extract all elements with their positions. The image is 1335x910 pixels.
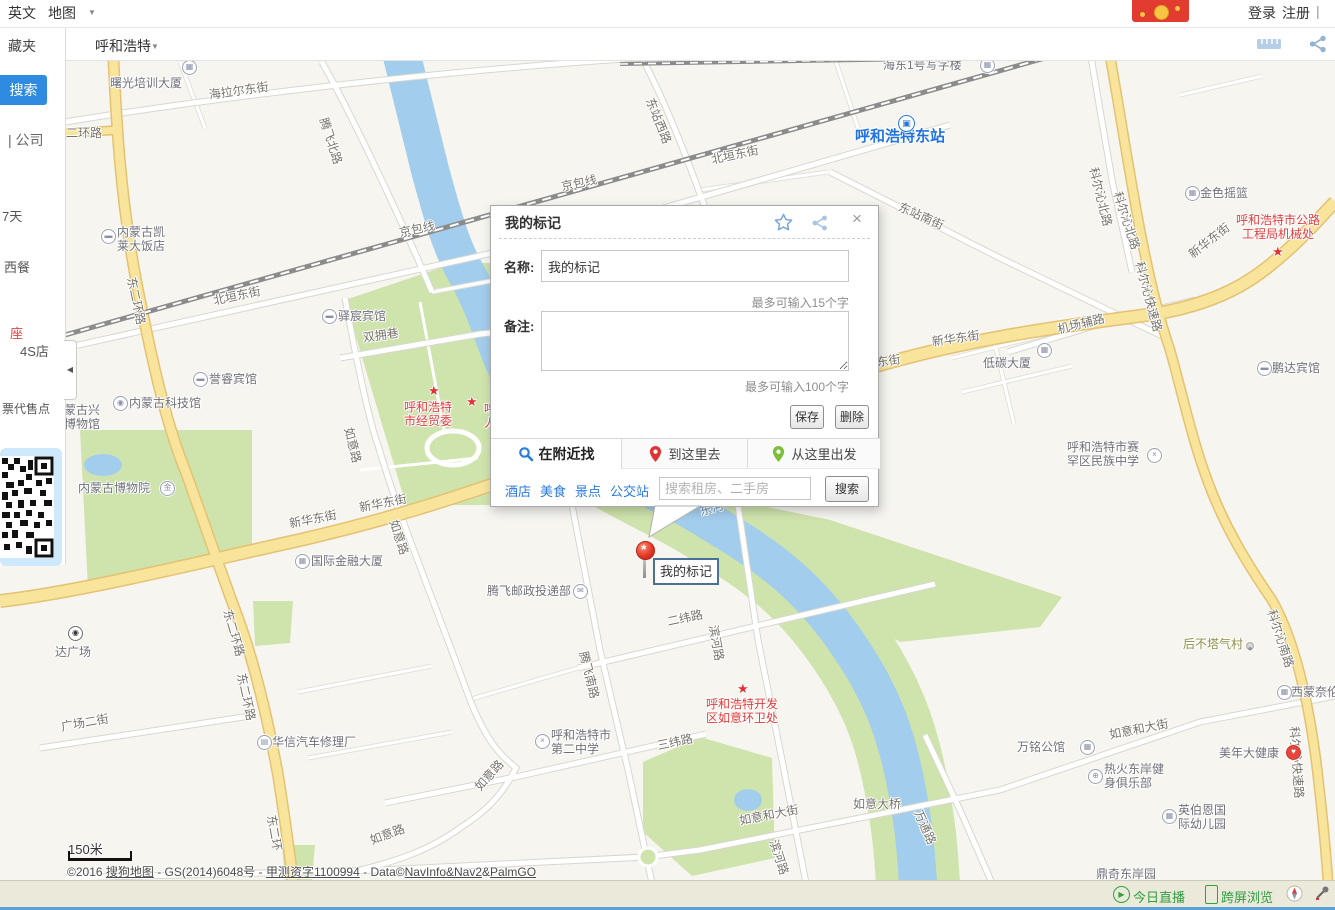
copyright-text: - GS(2014)6048号 -	[154, 865, 266, 879]
close-icon[interactable]: ×	[852, 209, 862, 229]
live-today-link[interactable]: 今日直播	[1133, 887, 1185, 906]
pond	[734, 789, 762, 811]
copyright-link[interactable]: 甲测资字1100994	[266, 865, 360, 879]
play-icon: ▶	[1113, 886, 1130, 903]
cross-screen-browse-link[interactable]: 跨屏浏览	[1221, 887, 1273, 906]
divider	[499, 238, 870, 239]
top-navigation-bar: 英文 地图 ▼ 登录 注册 |	[0, 0, 1335, 28]
name-hint: 最多可输入15个字	[601, 294, 849, 311]
popup-tabs: 在附近找到这里去从这里出发	[491, 438, 880, 469]
map-copyright: ©2016 搜狗地图 - GS(2014)6048号 - 甲测资字1100994…	[67, 863, 536, 880]
chevron-down-icon[interactable]: ▼	[88, 8, 96, 17]
marker-tooltip: 我的标记	[653, 558, 719, 585]
popup-title: 我的标记	[505, 213, 561, 233]
note-hint: 最多可输入100个字	[601, 378, 849, 395]
map-scale-bar	[68, 851, 132, 861]
language-link[interactable]: 英文	[8, 3, 36, 23]
nearby-search-input[interactable]	[659, 477, 811, 500]
category-link[interactable]: 酒店	[505, 484, 531, 499]
favorite-star-icon[interactable]	[774, 213, 793, 231]
sogou-map-app: 海拉尔东街二环路东二环路腾飞北路东站西路京包线京包线北垣东街北垣东街东站南街双拥…	[0, 0, 1335, 910]
copyright-text: - Data©	[360, 865, 405, 879]
copyright-link[interactable]: PalmGO	[490, 865, 536, 879]
my-marker-popup: 我的标记 × 名称: 最多可输入15个字 备注: 最多可输入100个字 保存 删…	[490, 205, 879, 507]
qr-code[interactable]	[0, 448, 62, 566]
nearby-search-button[interactable]: 搜索	[825, 476, 869, 502]
name-field-label: 名称:	[504, 257, 534, 276]
login-link[interactable]: 登录	[1248, 3, 1276, 23]
sidebar-search-button[interactable]: 搜索	[0, 75, 47, 105]
popup-callout-pointer	[640, 503, 720, 543]
sidebar-item-zuo[interactable]: 座	[10, 323, 23, 342]
category-link[interactable]: 公交站	[610, 484, 649, 499]
category-link[interactable]: 景点	[575, 484, 601, 499]
map-toolbar: 呼和浩特 ▼	[65, 28, 1335, 61]
divider: |	[1316, 3, 1320, 19]
tab-red-pin[interactable]: 到这里去	[621, 439, 747, 469]
save-button[interactable]: 保存	[790, 405, 824, 429]
note-field-label: 备注:	[504, 316, 534, 335]
sidebar-item-4s-store[interactable]: 4S店	[20, 341, 49, 360]
sidebar-collapse-button[interactable]: ◀	[64, 340, 77, 400]
category-links: 酒店美食景点公交站	[505, 481, 658, 501]
city-selector[interactable]: 呼和浩特	[95, 36, 151, 56]
favorites-label[interactable]: 藏夹	[8, 36, 36, 56]
red-envelope-promo-icon[interactable]	[1132, 0, 1189, 22]
sidebar-item-company[interactable]: | 公司	[8, 130, 44, 150]
register-link[interactable]: 注册	[1282, 3, 1310, 23]
left-sidebar-panel: 藏夹 搜索 | 公司 7天 西餐 座 4S店 票代售点	[0, 28, 66, 565]
copyright-link[interactable]: 搜狗地图	[106, 865, 154, 879]
tab-green-pin[interactable]: 从这里出发	[747, 439, 880, 469]
delete-button[interactable]: 删除	[835, 405, 869, 429]
compass-icon[interactable]	[1286, 885, 1303, 902]
marker-name-input[interactable]	[541, 250, 849, 282]
bottom-status-bar: ▶ 今日直播 跨屏浏览	[0, 880, 1335, 908]
marker-note-textarea[interactable]	[541, 311, 849, 371]
sidebar-item-ticket-office[interactable]: 票代售点	[2, 400, 50, 417]
map-menu[interactable]: 地图	[48, 3, 76, 23]
pond	[84, 454, 122, 476]
popup-footer: 酒店美食景点公交站 搜索	[491, 468, 880, 508]
copyright-text: &	[482, 865, 490, 879]
share-map-icon[interactable]	[1308, 34, 1328, 54]
tab-search[interactable]: 在附近找	[491, 439, 621, 469]
sidebar-item-western-food[interactable]: 西餐	[4, 257, 30, 276]
phone-icon	[1205, 885, 1218, 904]
chevron-down-icon[interactable]: ▼	[151, 42, 159, 51]
copyright-text: ©2016	[67, 865, 106, 879]
sidebar-item-7days[interactable]: 7天	[2, 206, 22, 225]
share-icon[interactable]	[811, 214, 829, 232]
category-link[interactable]: 美食	[540, 484, 566, 499]
ruler-measure-icon[interactable]	[1256, 36, 1282, 52]
copyright-link[interactable]: NavInfo&Nav2	[405, 865, 482, 879]
pin-tool-icon[interactable]	[1313, 884, 1331, 902]
